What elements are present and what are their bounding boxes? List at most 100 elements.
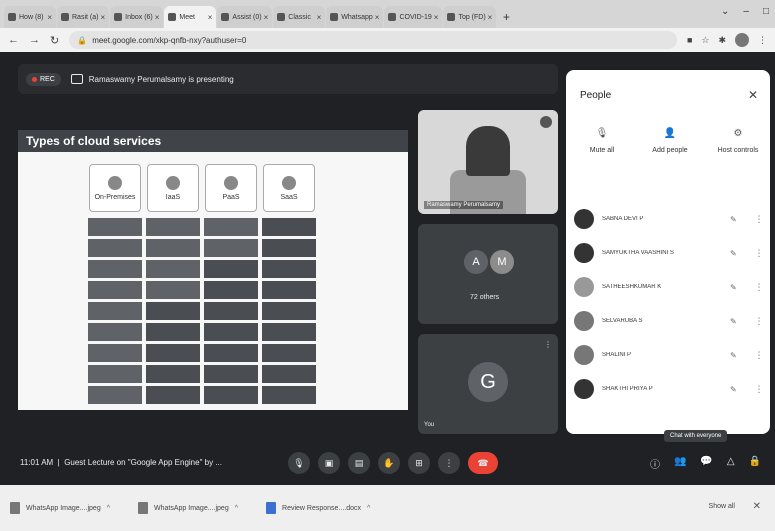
tab-close-icon[interactable]: × (432, 13, 439, 22)
hand-icon: ✋ (383, 457, 395, 468)
camera-icon[interactable]: ■ (687, 35, 692, 45)
service-column: SaaS (262, 164, 316, 407)
mic-off-icon[interactable]: ✎ (730, 385, 746, 394)
participant-list: SABNA DEVI P ✎ ⋮ SAMYUKTHA VAASHINI S ✎ ⋮ SA… (574, 202, 764, 406)
stack-cell (204, 218, 258, 236)
mic-off-icon[interactable]: ✎ (730, 283, 746, 292)
list-item[interactable]: SAMYUKTHA VAASHINI S ✎ ⋮ (574, 236, 764, 270)
tab-close-icon[interactable]: × (45, 13, 52, 22)
minimize-icon[interactable]: – (743, 6, 749, 17)
chevron-up-icon[interactable]: ^ (107, 505, 110, 512)
list-item[interactable]: SELVARUBA S ✎ ⋮ (574, 304, 764, 338)
list-item[interactable]: SHAKTHI PRIYA P ✎ ⋮ (574, 372, 764, 406)
tab-close-icon[interactable]: × (486, 13, 493, 22)
mic-off-icon[interactable]: ✎ (730, 317, 746, 326)
extensions-icon[interactable]: ✱ (718, 35, 726, 46)
mic-off-icon[interactable]: ✎ (730, 351, 746, 360)
tab-close-icon[interactable]: × (315, 13, 322, 22)
more-icon[interactable]: ⋮ (754, 282, 764, 293)
more-icon: ⋮ (444, 457, 454, 468)
close-icon[interactable]: ✕ (748, 88, 758, 102)
mic-off-icon[interactable]: ✎ (730, 249, 746, 258)
tab-close-icon[interactable]: × (262, 13, 269, 22)
camera-button[interactable]: ▣ (318, 452, 340, 474)
add-person-icon: 👤 (663, 128, 677, 139)
others-count: 72 others (470, 294, 500, 301)
browser-tab[interactable]: Inbox (6) × (110, 6, 164, 28)
list-item[interactable]: SHALINI P ✎ ⋮ (574, 338, 764, 372)
meeting-title: Guest Lecture on "Google App Engine" by … (64, 458, 222, 467)
browser-tab[interactable]: Top (FD) × (443, 6, 497, 28)
add-people-button[interactable]: 👤 Add people (640, 128, 700, 154)
browser-tab[interactable]: Classic × (273, 6, 326, 28)
address-bar[interactable]: 🔒 meet.google.com/xkp-qnfb-nxy?authuser=… (69, 31, 677, 49)
side-controls: ⓘ 👥 💬 △ 🔒 (650, 456, 761, 471)
more-icon[interactable]: ⋮ (754, 350, 764, 361)
forward-arrow-icon[interactable]: → (29, 34, 40, 46)
activities-icon[interactable]: △ (727, 456, 735, 471)
lock-icon[interactable]: 🔒 (749, 456, 761, 471)
mute-all-button[interactable]: 🎙 Mute all (572, 128, 632, 154)
show-all-link[interactable]: Show all (709, 503, 735, 510)
leave-call-button[interactable]: ☎ (468, 452, 498, 474)
stack-cell (262, 281, 316, 299)
browser-tab[interactable]: How (8) × (4, 6, 56, 28)
call-controls: 🎙 ▣ ▤ ✋ ⊞ ⋮ ☎ (288, 452, 498, 474)
download-item[interactable]: WhatsApp Image....jpeg ^ (138, 502, 238, 514)
more-icon[interactable]: ⋮ (754, 214, 764, 225)
chevron-up-icon[interactable]: ^ (235, 505, 238, 512)
people-actions: 🎙 Mute all 👤 Add people ⚙ Host controls (572, 128, 768, 154)
back-arrow-icon[interactable]: ← (8, 34, 19, 46)
avatar (574, 243, 594, 263)
service-column: IaaS (146, 164, 200, 407)
people-icon[interactable]: 👥 (674, 456, 686, 471)
new-tab-button[interactable]: + (497, 6, 515, 28)
mic-off-icon[interactable]: ✎ (730, 215, 746, 224)
raise-hand-button[interactable]: ✋ (378, 452, 400, 474)
self-tile[interactable]: ⋮ G You (418, 334, 558, 434)
browser-tab[interactable]: COVID-19 × (384, 6, 443, 28)
tab-favicon-icon (447, 13, 456, 21)
download-item[interactable]: WhatsApp Image....jpeg ^ (10, 502, 110, 514)
host-controls-button[interactable]: ⚙ Host controls (708, 128, 768, 154)
browser-tab[interactable]: Rasit (a) × (57, 6, 110, 28)
browser-tab[interactable]: Whatsapp × (326, 6, 384, 28)
more-options-button[interactable]: ⋮ (438, 452, 460, 474)
profile-avatar[interactable] (735, 33, 749, 47)
list-item[interactable]: SATHEESHKUMAR K ✎ ⋮ (574, 270, 764, 304)
tab-close-icon[interactable]: × (153, 13, 160, 22)
info-icon[interactable]: ⓘ (650, 456, 660, 471)
toolbar-icons: ■ ☆ ✱ ⋮ (687, 33, 767, 47)
tile-menu-icon[interactable] (540, 116, 552, 128)
star-icon[interactable]: ☆ (701, 35, 709, 46)
tab-close-icon[interactable]: × (98, 13, 105, 22)
tab-close-icon[interactable]: × (373, 13, 380, 22)
browser-tab-active[interactable]: Meet × (164, 6, 217, 28)
present-button[interactable]: ⊞ (408, 452, 430, 474)
tab-favicon-icon (221, 13, 230, 21)
close-icon[interactable]: ✕ (753, 501, 761, 512)
others-tile[interactable]: A M 72 others (418, 224, 558, 324)
more-menu-icon[interactable]: ⋮ (758, 35, 767, 46)
presenter-video-tile[interactable]: Ramaswamy Perumalsamy (418, 110, 558, 214)
more-icon[interactable]: ⋮ (754, 316, 764, 327)
stack-cell (204, 281, 258, 299)
more-icon[interactable]: ⋮ (754, 248, 764, 259)
list-item[interactable]: SABNA DEVI P ✎ ⋮ (574, 202, 764, 236)
chevron-down-icon[interactable]: ⌄ (721, 6, 729, 17)
tab-favicon-icon (8, 13, 16, 21)
more-icon[interactable]: ⋮ (544, 340, 552, 349)
reload-icon[interactable]: ↻ (50, 34, 59, 47)
mic-button[interactable]: 🎙 (288, 452, 310, 474)
captions-button[interactable]: ▤ (348, 452, 370, 474)
download-item[interactable]: Review Response....docx ^ (266, 502, 370, 514)
maximize-icon[interactable]: □ (763, 6, 769, 17)
stack-cell (204, 302, 258, 320)
chat-icon[interactable]: 💬 (700, 456, 712, 471)
tab-favicon-icon (61, 13, 69, 21)
tab-close-icon[interactable]: × (206, 13, 213, 22)
chevron-up-icon[interactable]: ^ (367, 505, 370, 512)
avatar (574, 209, 594, 229)
browser-tab[interactable]: Assist (0) × (217, 6, 273, 28)
more-icon[interactable]: ⋮ (754, 384, 764, 395)
